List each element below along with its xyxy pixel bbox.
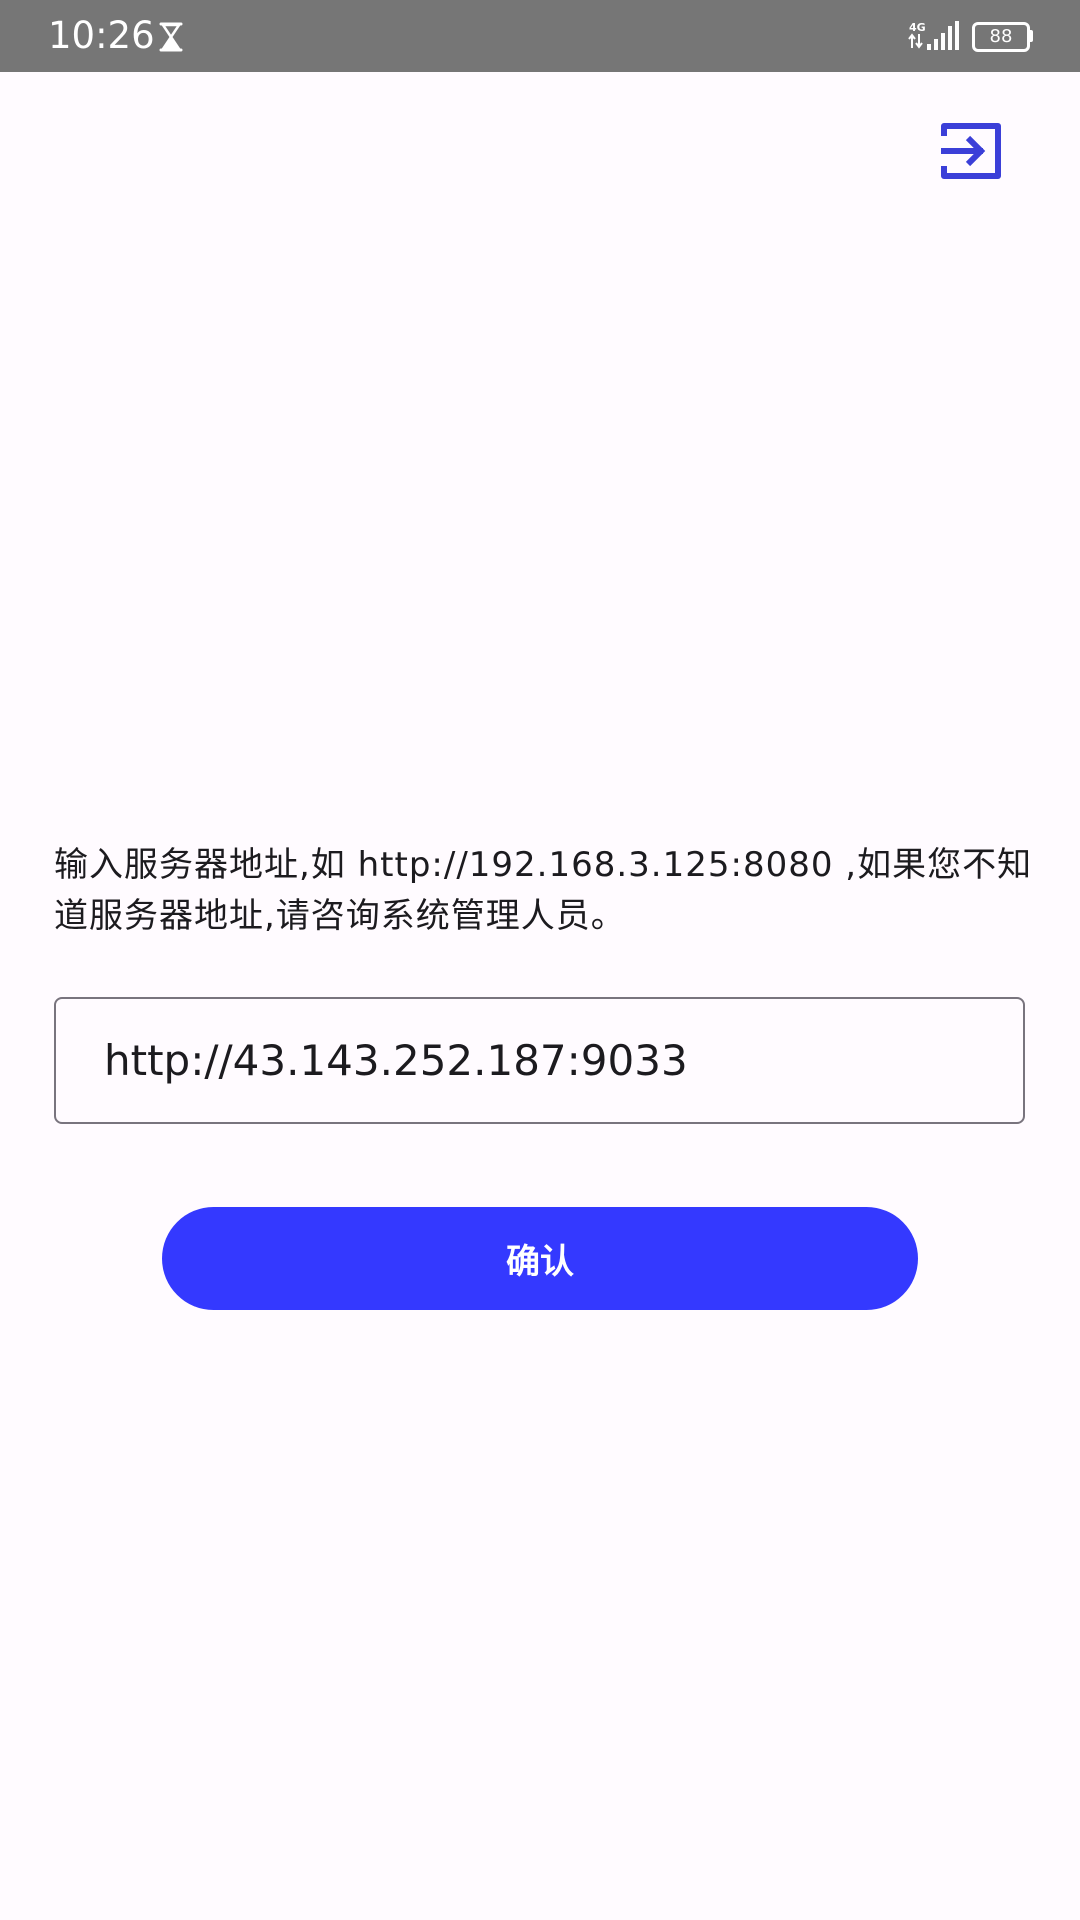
exit-icon (941, 123, 1001, 179)
battery-icon: 88 (972, 22, 1033, 52)
status-bar: 10:26 4G 88 (0, 0, 1080, 72)
hourglass-icon (159, 22, 183, 52)
exit-button[interactable] (936, 118, 1008, 184)
server-url-field[interactable] (54, 997, 1025, 1124)
battery-tip (1029, 30, 1033, 42)
battery-level: 88 (989, 26, 1013, 47)
signal-icon: 4G (908, 21, 959, 50)
network-type-label: 4G (909, 21, 926, 34)
server-url-input[interactable] (104, 999, 984, 1122)
server-setup-screen: 10:26 4G 88 输入服务器地址,如 http://192.168.3.1… (0, 0, 1080, 1920)
server-address-instruction: 输入服务器地址,如 http://192.168.3.125:8080 ,如果您… (54, 845, 1033, 936)
confirm-button[interactable]: 确认 (162, 1207, 918, 1310)
status-time: 10:26 (48, 14, 155, 57)
